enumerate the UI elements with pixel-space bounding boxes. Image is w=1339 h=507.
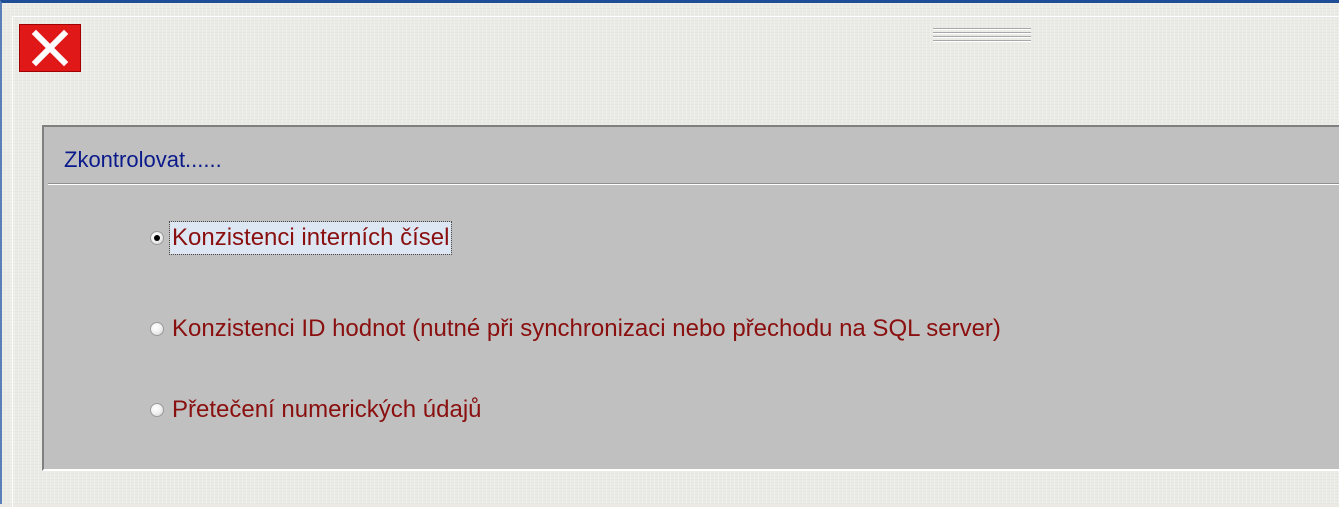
dialog-window: Zkontrolovat...... Konzistenci interních… [0,0,1339,507]
radio-button-icon[interactable] [150,403,164,417]
radio-button-icon[interactable] [150,322,164,336]
radio-option-id-values[interactable]: Konzistenci ID hodnot (nutné při synchro… [150,311,1003,347]
drag-grip-icon[interactable] [933,26,1031,48]
group-title: Zkontrolovat...... [64,147,222,172]
close-button[interactable] [19,24,81,72]
group-divider [48,183,1339,184]
option-label[interactable]: Přetečení numerických údajů [170,394,484,426]
radio-option-numeric-overflow[interactable]: Přetečení numerických údajů [150,392,484,428]
close-icon [31,29,69,67]
check-options-group: Zkontrolovat...... Konzistenci interních… [42,125,1339,471]
radio-button-checked-icon[interactable] [150,231,164,245]
option-label[interactable]: Konzistenci interních čísel [168,221,453,255]
option-label[interactable]: Konzistenci ID hodnot (nutné při synchro… [170,313,1003,345]
radio-option-internal-numbers[interactable]: Konzistenci interních čísel [150,220,453,256]
